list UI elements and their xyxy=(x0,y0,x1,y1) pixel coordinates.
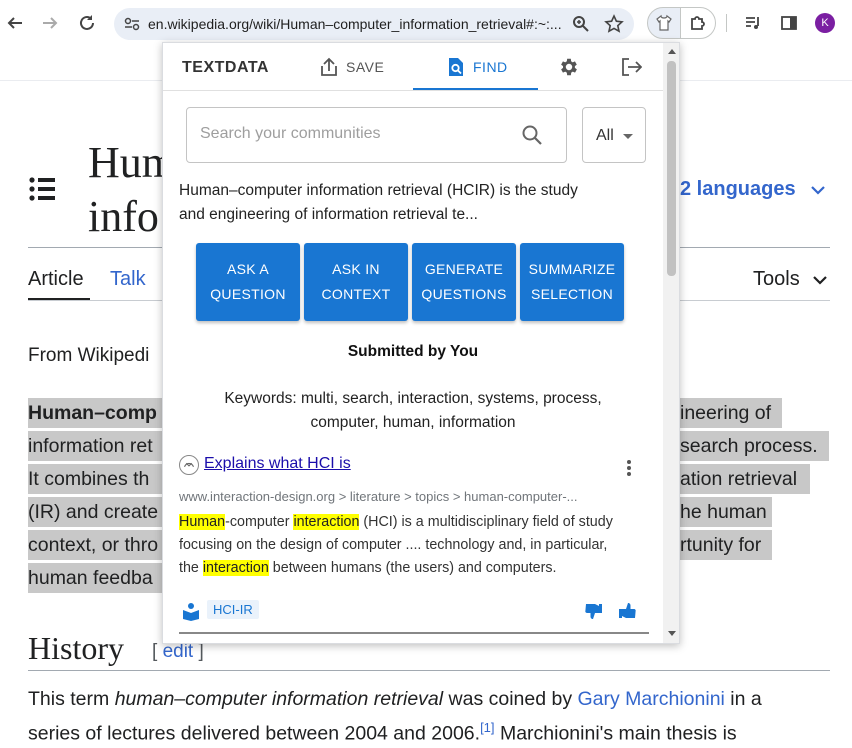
languages-label: 2 languages xyxy=(680,178,796,200)
search-icon[interactable] xyxy=(521,124,543,146)
result-title-link[interactable]: Explains what HCI is xyxy=(204,455,351,473)
tab-find[interactable]: FIND xyxy=(447,57,508,77)
body-text: This term xyxy=(28,688,115,710)
para-line: he human xyxy=(680,501,767,523)
result-text: the xyxy=(179,560,203,576)
brand-label: TEXTDATA xyxy=(182,59,269,76)
gary-marchionini-link[interactable]: Gary Marchionini xyxy=(578,688,725,710)
community-search-box xyxy=(186,107,567,163)
thumbs-up-icon[interactable] xyxy=(618,601,638,621)
button-label: ASK A xyxy=(227,261,269,277)
body-text: Marchionini's main thesis is xyxy=(494,722,737,745)
body-emphasis: human–computer information retrieval xyxy=(114,688,444,710)
button-label: QUESTIONS xyxy=(421,286,507,302)
tab-article[interactable]: Article xyxy=(28,268,84,291)
keyword-highlight: interaction xyxy=(202,560,269,576)
tab-save-label: SAVE xyxy=(346,59,385,75)
result-line: Human-computer interaction (HCI) is a mu… xyxy=(179,511,654,534)
result-line: the interaction between humans (the user… xyxy=(179,557,654,580)
para-line: search process. xyxy=(680,435,818,457)
search-input[interactable] xyxy=(200,125,510,143)
find-document-icon xyxy=(449,58,463,76)
keyword-highlight: Human xyxy=(179,514,226,530)
summarize-selection-button[interactable]: SUMMARIZE SELECTION xyxy=(520,243,624,321)
site-favicon-icon xyxy=(179,455,199,475)
tab-save[interactable]: SAVE xyxy=(320,57,384,77)
scroll-up-arrow-icon[interactable] xyxy=(668,49,676,54)
para-line: information ret xyxy=(28,435,153,457)
para-line: human feedba xyxy=(28,567,153,589)
upload-icon xyxy=(321,57,337,76)
body-text: was coined by xyxy=(443,688,578,710)
caret-down-icon xyxy=(623,134,633,139)
history-heading: History xyxy=(28,630,124,666)
tools-label: Tools xyxy=(753,268,800,290)
para-line: rtunity for xyxy=(680,534,762,556)
button-label: SUMMARIZE xyxy=(528,261,616,277)
snippet-line: and engineering of information retrieval… xyxy=(179,206,478,223)
para-line: It combines th xyxy=(28,468,150,490)
submitted-by-label: Submitted by You xyxy=(347,343,479,360)
scope-select[interactable]: All xyxy=(582,107,646,163)
para-line: (IR) and create xyxy=(28,501,159,523)
edit-section: [ edit ] xyxy=(152,641,204,663)
main-menu-icon[interactable] xyxy=(28,176,56,202)
chevron-down-icon xyxy=(811,186,825,195)
edit-link[interactable]: edit xyxy=(163,641,194,662)
body-line: This term human–computer information ret… xyxy=(28,688,762,711)
ask-in-context-button[interactable]: ASK IN CONTEXT xyxy=(304,243,408,321)
result-url: www.interaction-design.org > literature … xyxy=(179,489,578,504)
button-label: CONTEXT xyxy=(321,286,391,302)
result-text: -computer xyxy=(225,514,294,530)
tab-talk[interactable]: Talk xyxy=(110,268,146,291)
active-tab-indicator xyxy=(413,88,538,90)
button-label: SELECTION xyxy=(530,286,614,302)
gear-icon[interactable] xyxy=(557,55,581,79)
generate-questions-button[interactable]: GENERATE QUESTIONS xyxy=(412,243,516,321)
para-line: context, or thro xyxy=(28,534,159,556)
more-options-icon[interactable] xyxy=(626,459,632,477)
scrollbar-thumb[interactable] xyxy=(667,61,676,276)
citation-link[interactable]: [1] xyxy=(480,720,494,735)
result-snippet: Human-computer interaction (HCI) is a mu… xyxy=(179,511,654,580)
keyword-highlight: interaction xyxy=(293,514,360,530)
body-text: in a xyxy=(724,688,762,710)
community-tag[interactable]: HCI-IR xyxy=(207,600,259,619)
keywords-line: computer, human, information xyxy=(310,414,516,431)
popup-scrollbar[interactable] xyxy=(663,43,679,643)
button-label: ASK IN xyxy=(332,261,380,277)
scroll-down-arrow-icon[interactable] xyxy=(668,631,676,636)
result-text: between humans (the users) and computers… xyxy=(268,560,557,576)
result-text: (HCI) is a multidisciplinary field of st… xyxy=(359,514,613,530)
edit-bracket-close: ] xyxy=(193,641,204,662)
scope-select-value: All xyxy=(596,127,614,144)
body-text: series of lectures delivered between 200… xyxy=(28,722,481,745)
body-line: series of lectures delivered between 200… xyxy=(28,720,737,746)
selection-snippet: Human–computer information retrieval (HC… xyxy=(179,179,649,227)
result-line: focusing on the design of computer .... … xyxy=(179,537,608,553)
keywords-line: Keywords: multi, search, interaction, sy… xyxy=(224,390,602,407)
logout-icon[interactable] xyxy=(619,55,643,79)
languages-button[interactable]: 2 languages xyxy=(680,178,825,201)
ask-a-question-button[interactable]: ASK A QUESTION xyxy=(196,243,300,321)
from-wikipedia-tagline: From Wikipedi xyxy=(28,345,150,366)
community-reader-icon xyxy=(183,603,199,621)
tab-find-label: FIND xyxy=(473,59,508,75)
para-line: Human–comp xyxy=(28,402,157,424)
button-label: QUESTION xyxy=(210,286,286,302)
snippet-line: Human–computer information retrieval (HC… xyxy=(179,182,578,199)
chevron-down-icon xyxy=(813,276,828,285)
para-line: ineering of xyxy=(680,402,772,424)
result-divider xyxy=(179,632,649,634)
para-line: ation retrieval xyxy=(680,468,798,490)
history-divider xyxy=(28,670,830,671)
edit-bracket-open: [ xyxy=(152,641,163,662)
thumbs-down-icon[interactable] xyxy=(583,601,603,621)
button-label: GENERATE xyxy=(424,261,504,277)
textdata-popup: TEXTDATA SAVE FIND All Human–computer in… xyxy=(162,42,680,644)
tools-menu[interactable]: Tools xyxy=(753,268,828,291)
popup-tabbar: TEXTDATA SAVE FIND xyxy=(163,43,663,91)
keywords-text: Keywords: multi, search, interaction, sy… xyxy=(193,387,633,435)
